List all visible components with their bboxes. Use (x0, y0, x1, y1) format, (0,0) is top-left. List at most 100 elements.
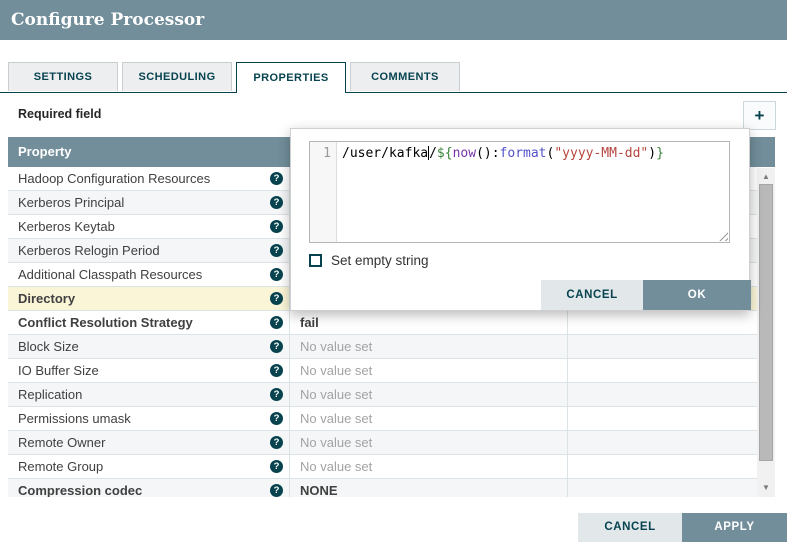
expression-editor[interactable]: 1 /user/kafka/${now():format("yyyy-MM-dd… (309, 141, 730, 243)
property-value-cell[interactable]: No value set (290, 383, 568, 407)
code-token: ${ (437, 146, 453, 161)
tab-comments[interactable]: COMMENTS (350, 62, 460, 91)
scroll-down-icon[interactable]: ▼ (757, 481, 775, 495)
property-name-cell: Conflict Resolution Strategy? (8, 311, 290, 335)
property-name: Kerberos Principal (18, 195, 124, 210)
add-property-button[interactable]: + (743, 101, 776, 130)
tab-properties[interactable]: PROPERTIES (236, 62, 346, 93)
set-empty-string-row: Set empty string (309, 253, 429, 268)
row-filler-cell (568, 383, 757, 407)
help-icon[interactable]: ? (270, 460, 283, 473)
table-scrollbar[interactable]: ▲ ▼ (757, 168, 775, 497)
property-column-header: Property (18, 144, 71, 159)
table-row: Remote Group?No value set (8, 455, 775, 479)
property-name: Kerberos Relogin Period (18, 243, 160, 258)
property-name: Remote Group (18, 459, 103, 474)
property-name-cell: Replication? (8, 383, 290, 407)
property-value-cell[interactable]: No value set (290, 335, 568, 359)
help-icon[interactable]: ? (270, 196, 283, 209)
property-name-cell: Additional Classpath Resources? (8, 263, 290, 287)
tab-scheduling[interactable]: SCHEDULING (122, 62, 232, 91)
property-name-cell: IO Buffer Size? (8, 359, 290, 383)
property-name-cell: Remote Group? (8, 455, 290, 479)
code-token: "yyyy-MM-dd" (554, 146, 648, 161)
property-name: Hadoop Configuration Resources (18, 171, 210, 186)
plus-icon: + (755, 106, 765, 125)
property-name: Replication (18, 387, 82, 402)
row-filler-cell (568, 359, 757, 383)
help-icon[interactable]: ? (270, 484, 283, 497)
property-value-cell[interactable]: NONE (290, 479, 568, 497)
code-token: / (429, 146, 437, 161)
property-name-cell: Permissions umask? (8, 407, 290, 431)
property-name-cell: Kerberos Relogin Period? (8, 239, 290, 263)
property-value-cell[interactable]: No value set (290, 455, 568, 479)
property-name-cell: Block Size? (8, 335, 290, 359)
help-icon[interactable]: ? (270, 316, 283, 329)
property-name-cell: Compression codec? (8, 479, 290, 497)
property-value-cell[interactable]: fail (290, 311, 568, 335)
help-icon[interactable]: ? (270, 220, 283, 233)
table-row: Replication?No value set (8, 383, 775, 407)
row-filler-cell (568, 455, 757, 479)
dialog-apply-button[interactable]: APPLY (682, 513, 787, 542)
help-icon[interactable]: ? (270, 436, 283, 449)
property-name: Compression codec (18, 483, 142, 497)
row-filler-cell (568, 311, 757, 335)
property-name: IO Buffer Size (18, 363, 99, 378)
help-icon[interactable]: ? (270, 268, 283, 281)
table-row: Block Size?No value set (8, 335, 775, 359)
dialog-title: Configure Processor (0, 0, 787, 40)
popup-cancel-button[interactable]: CANCEL (541, 280, 643, 310)
tab-bar: SETTINGSSCHEDULINGPROPERTIESCOMMENTS (0, 62, 787, 93)
property-name: Permissions umask (18, 411, 131, 426)
scrollbar-thumb[interactable] (759, 184, 773, 461)
help-icon[interactable]: ? (270, 172, 283, 185)
property-name: Kerberos Keytab (18, 219, 115, 234)
code-token: format (500, 146, 547, 161)
code-token: /user/kafka (342, 146, 428, 161)
property-value-cell[interactable]: No value set (290, 431, 568, 455)
row-filler-cell (568, 431, 757, 455)
help-icon[interactable]: ? (270, 244, 283, 257)
tab-settings[interactable]: SETTINGS (8, 62, 118, 91)
set-empty-string-checkbox[interactable] (309, 254, 322, 267)
table-row: Conflict Resolution Strategy?fail (8, 311, 775, 335)
help-icon[interactable]: ? (270, 388, 283, 401)
property-name-cell: Kerberos Principal? (8, 191, 290, 215)
code-token: } (656, 146, 664, 161)
table-row: Compression codec?NONE (8, 479, 775, 497)
table-row: Remote Owner?No value set (8, 431, 775, 455)
property-name: Additional Classpath Resources (18, 267, 202, 282)
property-name-cell: Kerberos Keytab? (8, 215, 290, 239)
property-name: Conflict Resolution Strategy (18, 315, 193, 330)
property-name: Block Size (18, 339, 79, 354)
table-row: IO Buffer Size?No value set (8, 359, 775, 383)
table-row: Permissions umask?No value set (8, 407, 775, 431)
property-value-cell[interactable]: No value set (290, 359, 568, 383)
property-name-cell: Remote Owner? (8, 431, 290, 455)
row-filler-cell (568, 407, 757, 431)
help-icon[interactable]: ? (270, 412, 283, 425)
help-icon[interactable]: ? (270, 340, 283, 353)
code-token: ) (648, 146, 656, 161)
help-icon[interactable]: ? (270, 364, 283, 377)
property-name-cell: Directory? (8, 287, 290, 311)
value-editor-popup: 1 /user/kafka/${now():format("yyyy-MM-dd… (290, 128, 750, 311)
code-token: (): (476, 146, 499, 161)
code-token: now (453, 146, 476, 161)
line-number-gutter: 1 (310, 142, 337, 242)
set-empty-string-label: Set empty string (331, 253, 429, 268)
row-filler-cell (568, 479, 757, 497)
popup-ok-button[interactable]: OK (643, 280, 751, 310)
dialog-cancel-button[interactable]: CANCEL (578, 513, 682, 542)
property-value-cell[interactable]: No value set (290, 407, 568, 431)
property-name: Remote Owner (18, 435, 105, 450)
help-icon[interactable]: ? (270, 292, 283, 305)
scroll-up-icon[interactable]: ▲ (757, 170, 775, 184)
code-line[interactable]: /user/kafka/${now():format("yyyy-MM-dd")… (337, 142, 729, 242)
property-name-cell: Hadoop Configuration Resources? (8, 167, 290, 191)
row-filler-cell (568, 335, 757, 359)
property-name: Directory (18, 291, 75, 306)
required-field-label: Required field (18, 107, 101, 121)
